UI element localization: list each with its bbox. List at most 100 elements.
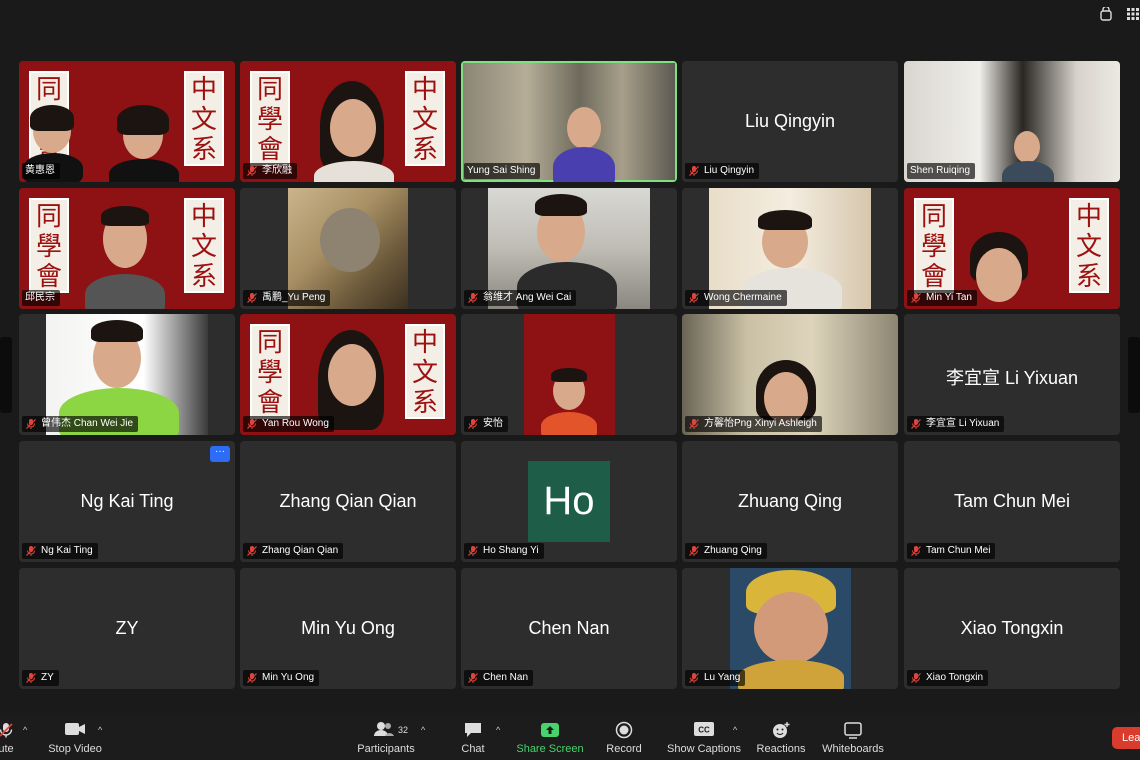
participant-display-name: 李宜宣 Li Yixuan <box>945 368 1079 388</box>
participant-tile[interactable]: ··· Ng Kai Ting Ng Kai Ting <box>19 441 235 562</box>
gallery-prev-handle[interactable] <box>0 337 12 413</box>
muted-mic-icon <box>688 545 700 557</box>
participant-name-label: 方馨怡Png Xinyi Ashleigh <box>685 416 822 432</box>
muted-mic-icon <box>246 165 258 177</box>
meeting-info-icon[interactable] <box>1099 5 1113 21</box>
more-options-button[interactable]: ··· <box>210 446 230 462</box>
participant-display-name: Tam Chun Mei <box>953 491 1071 511</box>
participant-tile[interactable]: Zhang Qian Qian Zhang Qian Qian <box>240 441 456 562</box>
participant-tile[interactable]: 同學會 中文系 邱民宗 <box>19 188 235 309</box>
record-icon <box>615 721 633 742</box>
participant-tile[interactable]: 翁维才 Ang Wei Cai <box>461 188 677 309</box>
banner-scroll-right: 中文系 <box>184 198 224 293</box>
banner-scroll-right: 中文系 <box>1069 198 1109 293</box>
participant-name-label: 翁维才 Ang Wei Cai <box>464 290 577 306</box>
muted-mic-icon <box>246 292 258 304</box>
video-options-caret[interactable]: ^ <box>98 725 102 735</box>
participant-avatar: Ho <box>528 461 610 542</box>
participant-display-name: Chen Nan <box>528 618 610 638</box>
participant-name-label: 安怡 <box>464 416 508 432</box>
reactions-button[interactable]: Reactions <box>752 713 810 760</box>
participant-name-label: Liu Qingyin <box>685 163 760 179</box>
muted-mic-icon <box>25 672 37 684</box>
participant-tile[interactable]: 安怡 <box>461 314 677 435</box>
participant-name-label: Xiao Tongxin <box>907 670 989 686</box>
leave-button[interactable]: Lea <box>1112 727 1140 749</box>
participant-name-label: 黄惠恩 <box>22 163 60 179</box>
participant-tile[interactable]: ZY ZY <box>19 568 235 689</box>
muted-mic-icon <box>467 545 479 557</box>
participant-face <box>976 248 1022 302</box>
participants-button[interactable]: 32 Participants <box>352 713 420 760</box>
captions-options-caret[interactable]: ^ <box>733 725 737 735</box>
participant-tile[interactable]: 同學會 中文系 Min Yi Tan <box>904 188 1120 309</box>
participant-name-label: 李宜宣 Li Yixuan <box>907 416 1005 432</box>
gallery-next-handle[interactable] <box>1128 337 1140 413</box>
view-grid-icon[interactable] <box>1126 7 1140 21</box>
participant-name-label: Zhuang Qing <box>685 543 767 559</box>
participant-tile[interactable]: Zhuang Qing Zhuang Qing <box>682 441 898 562</box>
participant-tile[interactable]: 同學會 中文系 黄惠恩 <box>19 61 235 182</box>
participant-tile[interactable]: 方馨怡Png Xinyi Ashleigh <box>682 314 898 435</box>
participant-face <box>320 208 380 272</box>
share-screen-button[interactable]: Share Screen <box>514 713 586 760</box>
participant-name-label: Min Yu Ong <box>243 670 320 686</box>
participant-display-name: Zhuang Qing <box>737 491 843 511</box>
participant-name-label: Min Yi Tan <box>907 290 977 306</box>
banner-scroll-right: 中文系 <box>405 71 445 166</box>
banner-scroll-left: 同學會 <box>250 324 290 419</box>
participant-face <box>754 592 828 664</box>
participant-name-label: Tam Chun Mei <box>907 543 996 559</box>
microphone-icon <box>0 721 15 742</box>
participant-tile[interactable]: Wong Chermaine <box>682 188 898 309</box>
participant-tile[interactable]: 曾伟杰 Chan Wei Jie <box>19 314 235 435</box>
participant-tile[interactable]: 李宜宣 Li Yixuan 李宜宣 Li Yixuan <box>904 314 1120 435</box>
participant-tile[interactable]: Tam Chun Mei Tam Chun Mei <box>904 441 1120 562</box>
banner-scroll-left: 同學會 <box>29 198 69 293</box>
participant-tile[interactable]: Chen Nan Chen Nan <box>461 568 677 689</box>
participant-tile[interactable]: 禹鹏_Yu Peng <box>240 188 456 309</box>
meeting-toolbar: ute ^ Stop Video ^ 32 Participants ^ Cha… <box>0 713 1140 760</box>
muted-mic-icon <box>467 292 479 304</box>
muted-mic-icon <box>910 418 922 430</box>
participant-tile[interactable]: Shen Ruiqing <box>904 61 1120 182</box>
participant-display-name: Xiao Tongxin <box>960 618 1064 638</box>
stop-video-button[interactable]: Stop Video <box>46 713 104 760</box>
mute-button[interactable]: ute <box>0 713 26 760</box>
muted-mic-icon <box>467 672 479 684</box>
chat-button[interactable]: Chat <box>452 713 494 760</box>
muted-mic-icon <box>246 418 258 430</box>
participant-name-label: Wong Chermaine <box>685 290 787 306</box>
muted-mic-icon <box>688 418 700 430</box>
participant-tile[interactable]: Xiao Tongxin Xiao Tongxin <box>904 568 1120 689</box>
participant-face <box>1014 131 1040 163</box>
participant-name-label: 李欣融 <box>243 163 297 179</box>
participant-tile[interactable]: 同學會 中文系 李欣融 <box>240 61 456 182</box>
participant-tile[interactable]: Min Yu Ong Min Yu Ong <box>240 568 456 689</box>
participant-name-label: 曾伟杰 Chan Wei Jie <box>22 416 139 432</box>
muted-mic-icon <box>688 292 700 304</box>
participant-display-name: Zhang Qian Qian <box>279 491 417 511</box>
participant-tile[interactable]: 同學會 中文系 Yan Rou Wong <box>240 314 456 435</box>
participants-options-caret[interactable]: ^ <box>421 725 425 735</box>
muted-mic-icon <box>688 165 700 177</box>
participant-tile[interactable]: Lu Yang <box>682 568 898 689</box>
whiteboards-button[interactable]: Whiteboards <box>820 713 886 760</box>
participant-tile-active-speaker[interactable]: Yung Sai Shing <box>461 61 677 182</box>
participant-name-label: Yung Sai Shing <box>464 163 541 179</box>
mute-options-caret[interactable]: ^ <box>23 725 27 735</box>
participant-display-name: Liu Qingyin <box>744 111 836 131</box>
record-button[interactable]: Record <box>602 713 646 760</box>
participant-count: 32 <box>398 725 409 735</box>
muted-mic-icon <box>25 418 37 430</box>
participant-tile[interactable]: Liu Qingyin Liu Qingyin <box>682 61 898 182</box>
banner-scroll-right: 中文系 <box>405 324 445 419</box>
muted-mic-icon <box>246 545 258 557</box>
participant-display-name: ZY <box>115 618 139 638</box>
show-captions-button[interactable]: CC Show Captions <box>664 713 744 760</box>
participant-tile[interactable]: Ho Ho Shang Yi <box>461 441 677 562</box>
participant-display-name: Ng Kai Ting <box>80 491 174 511</box>
muted-mic-icon <box>910 672 922 684</box>
chat-options-caret[interactable]: ^ <box>496 725 500 735</box>
muted-mic-icon <box>910 292 922 304</box>
